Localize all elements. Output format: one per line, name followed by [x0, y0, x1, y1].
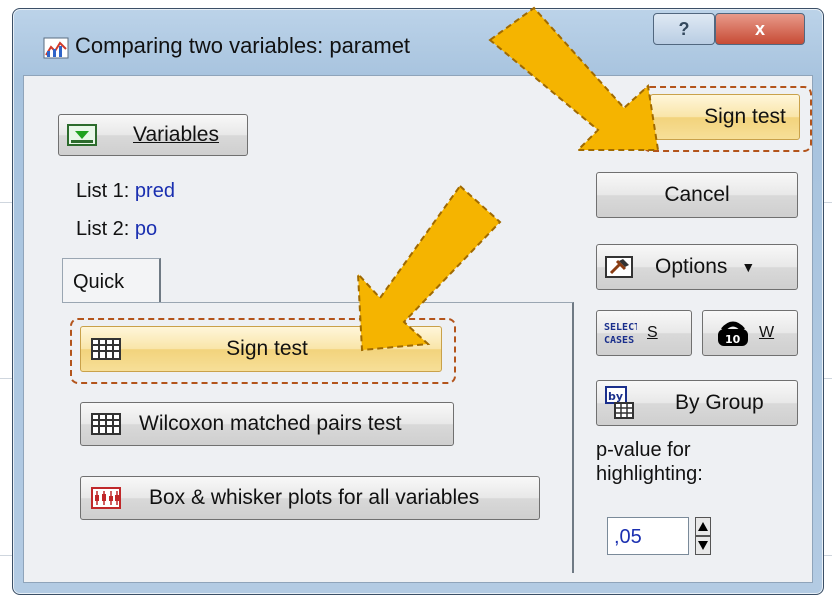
- weight-icon: 10: [718, 321, 748, 346]
- tab-quick[interactable]: Quick: [62, 258, 161, 303]
- list-2-value: po: [134, 218, 158, 240]
- by-group-label: By Group: [675, 391, 764, 414]
- dropdown-arrow-icon: ▼: [741, 259, 756, 275]
- list-1-label: List 1:: [76, 180, 130, 202]
- cancel-label: Cancel: [664, 183, 730, 206]
- select-cases-icon: SELECT CASES: [604, 322, 637, 346]
- list-2-row: List 2: po: [76, 218, 157, 241]
- wilcoxon-label: Wilcoxon matched pairs test: [139, 412, 402, 435]
- box-plot-icon: [91, 487, 121, 509]
- dialog-client-area: Variables List 1: pred List 2: po Quick …: [23, 75, 813, 583]
- table-grid-icon: [91, 338, 121, 360]
- options-label: Options: [655, 255, 728, 278]
- pvalue-label: p-value for highlighting:: [596, 439, 703, 485]
- close-button[interactable]: x: [715, 13, 805, 45]
- options-button[interactable]: Options ▼: [596, 244, 798, 290]
- quick-sign-test-button[interactable]: Sign test: [80, 326, 442, 372]
- box-whisker-button[interactable]: Box & whisker plots for all variables: [80, 476, 540, 520]
- select-cases-button[interactable]: SELECT CASES S: [596, 310, 692, 356]
- window-title: Comparing two variables: paramet: [75, 33, 411, 58]
- quick-sign-test-label: Sign test: [226, 337, 308, 360]
- pvalue-spinner[interactable]: [695, 517, 711, 555]
- list-1-value: pred: [134, 180, 175, 202]
- cancel-button[interactable]: Cancel: [596, 172, 798, 218]
- app-chart-icon: [43, 37, 69, 59]
- svg-text:SELECT: SELECT: [604, 322, 637, 333]
- table-grid-icon: [91, 413, 121, 435]
- help-button[interactable]: ?: [653, 13, 715, 45]
- svg-text:by: by: [608, 390, 623, 403]
- tab-quick-label: Quick: [73, 271, 125, 293]
- options-tool-icon: [605, 256, 633, 278]
- dialog-window: Comparing two variables: paramet ? x Var…: [12, 8, 824, 595]
- box-whisker-label: Box & whisker plots for all variables: [149, 486, 480, 509]
- list-1-row: List 1: pred: [76, 180, 175, 203]
- variables-button-label: Variables: [133, 123, 219, 146]
- svg-text:CASES: CASES: [604, 335, 634, 346]
- weights-key: W: [759, 324, 775, 341]
- weights-button[interactable]: 10 W: [702, 310, 798, 356]
- by-group-icon: by: [605, 386, 634, 419]
- variables-icon: [67, 124, 97, 146]
- by-group-button[interactable]: by By Group: [596, 380, 798, 426]
- pvalue-input[interactable]: ,05: [607, 517, 689, 555]
- svg-text:10: 10: [725, 333, 741, 346]
- wilcoxon-button[interactable]: Wilcoxon matched pairs test: [80, 402, 454, 446]
- list-2-label: List 2:: [76, 218, 130, 240]
- sign-test-ok-button[interactable]: Sign test: [650, 94, 800, 140]
- select-cases-key: S: [647, 324, 658, 341]
- variables-button[interactable]: Variables: [58, 114, 248, 156]
- title-bar[interactable]: Comparing two variables: paramet ? x: [13, 9, 823, 73]
- ok-button-label: Sign test: [704, 105, 786, 128]
